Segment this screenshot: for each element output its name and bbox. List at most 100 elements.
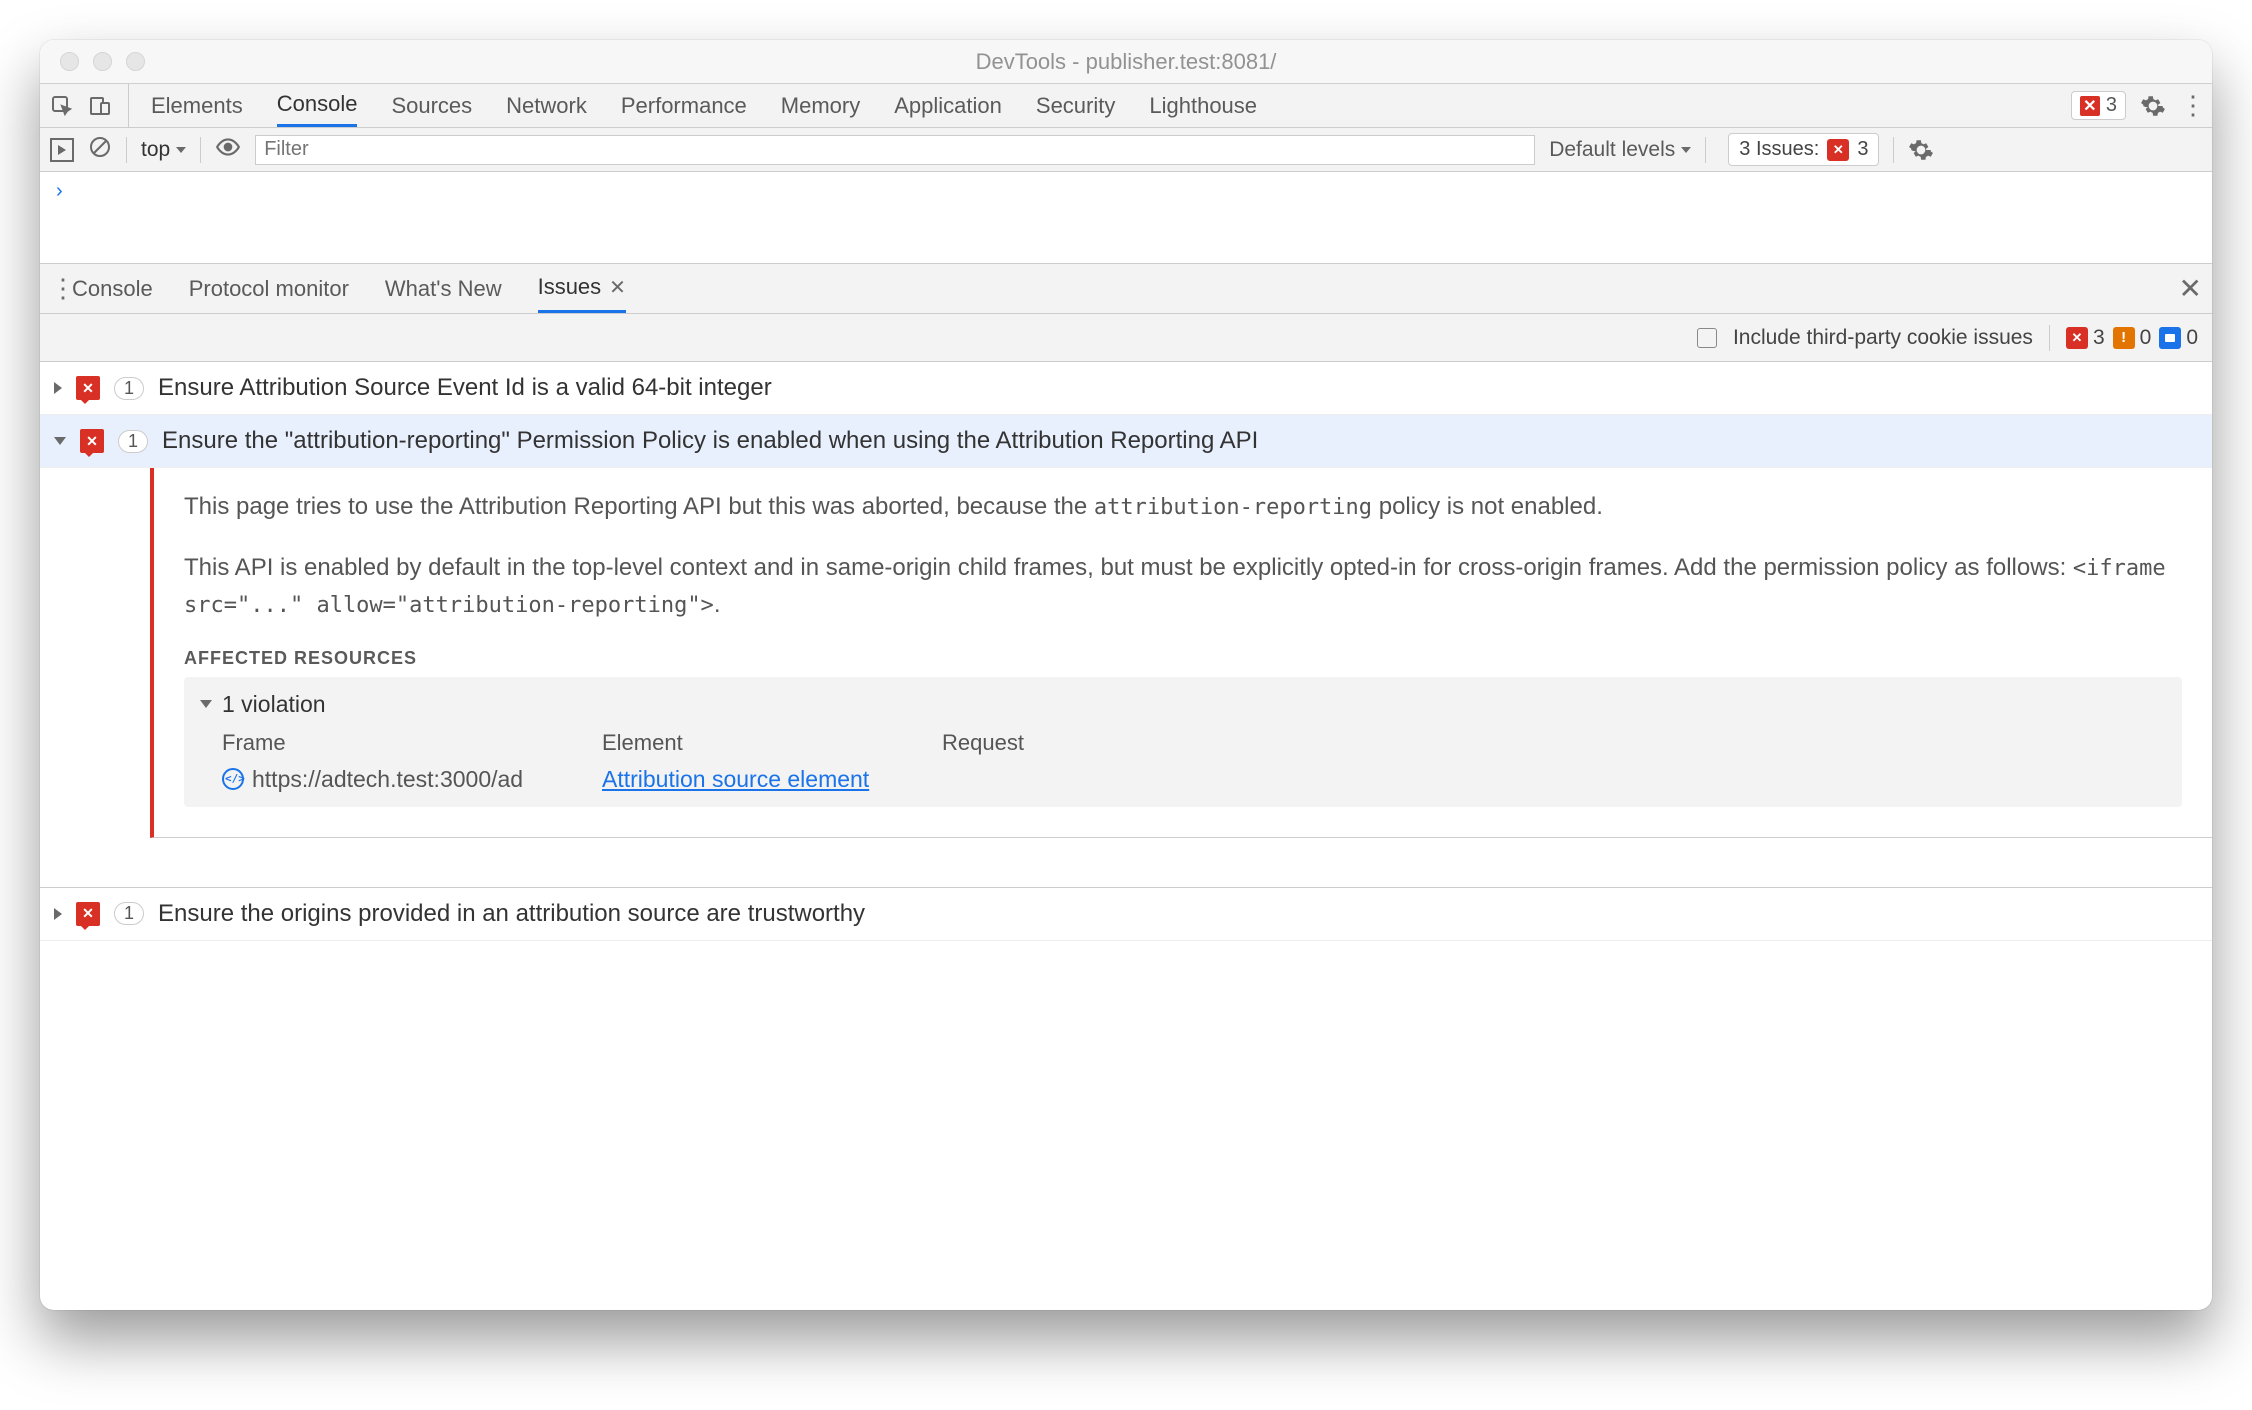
stat-red-count: 3 (2093, 326, 2105, 350)
inspect-tools (50, 84, 129, 127)
close-drawer-icon[interactable]: ✕ (2179, 272, 2202, 305)
violation-count-label: 1 violation (222, 691, 326, 718)
issue-desc-1-p1: This page tries to use the Attribution R… (184, 488, 2182, 525)
divider (1705, 137, 1706, 163)
drawer-tabs-list: Console Protocol monitor What's New Issu… (72, 264, 626, 313)
divider (200, 137, 201, 163)
frame-cell[interactable]: https://adtech.test:3000/ad (222, 766, 602, 793)
tab-memory[interactable]: Memory (781, 84, 860, 127)
tab-security[interactable]: Security (1036, 84, 1115, 127)
issue-error-icon (76, 902, 100, 926)
issue-content-1: This page tries to use the Attribution R… (150, 468, 2212, 838)
issue-error-icon (80, 429, 104, 453)
tab-network[interactable]: Network (506, 84, 587, 127)
drawer-more-icon[interactable]: ⋮ (50, 283, 72, 293)
stat-info[interactable]: 0 (2159, 326, 2198, 350)
drawer-tab-issues[interactable]: Issues ✕ (538, 264, 626, 313)
tab-performance[interactable]: Performance (621, 84, 747, 127)
drawer-tab-bar: ⋮ Console Protocol monitor What's New Is… (40, 264, 2212, 314)
stat-yellow-count: 0 (2140, 326, 2152, 350)
affected-resources-label: AFFECTED RESOURCES (184, 648, 2182, 669)
filter-input[interactable] (255, 135, 1535, 165)
issue-stats: 3 0 0 (2066, 326, 2198, 350)
gap-row (40, 838, 2212, 888)
error-badge-icon: ✕ (2080, 96, 2100, 116)
context-selector[interactable]: top (141, 138, 186, 162)
drawer-tab-issues-label: Issues (538, 274, 602, 300)
tab-console[interactable]: Console (277, 84, 358, 127)
warning-badge-icon (2113, 327, 2135, 349)
issue-count-badge: 1 (114, 377, 144, 400)
desc-text: policy is not enabled. (1372, 493, 1603, 520)
violation-header[interactable]: 1 violation (200, 691, 2166, 718)
divider (2049, 325, 2050, 351)
element-cell: Attribution source element (602, 766, 942, 793)
main-tabs-list: Elements Console Sources Network Perform… (129, 84, 1257, 127)
chevron-down-icon (1681, 147, 1691, 153)
log-levels-selector[interactable]: Default levels (1549, 138, 1691, 162)
expand-arrow-icon[interactable] (54, 382, 62, 394)
live-expression-icon[interactable] (215, 134, 241, 165)
desc-text: . (714, 591, 721, 618)
error-badge-icon (1827, 139, 1849, 161)
issue-error-icon (76, 376, 100, 400)
violation-box: 1 violation Frame Element Request https:… (184, 677, 2182, 807)
inspect-element-icon[interactable] (50, 94, 74, 118)
element-link[interactable]: Attribution source element (602, 766, 869, 792)
desc-text: This page tries to use the Attribution R… (184, 493, 1094, 520)
error-count: 3 (2106, 94, 2117, 117)
violation-row: https://adtech.test:3000/ad Attribution … (222, 766, 2166, 793)
drawer-tab-protocol-monitor[interactable]: Protocol monitor (189, 264, 349, 313)
stat-blue-count: 0 (2186, 326, 2198, 350)
main-tab-bar: Elements Console Sources Network Perform… (40, 84, 2212, 128)
levels-label: Default levels (1549, 138, 1675, 162)
col-frame: Frame (222, 730, 602, 756)
tab-sources[interactable]: Sources (391, 84, 472, 127)
issues-count: 3 (1857, 138, 1868, 161)
info-badge-icon (2159, 327, 2181, 349)
issue-title: Ensure the "attribution-reporting" Permi… (162, 427, 1258, 455)
issue-count-badge: 1 (118, 430, 148, 453)
clear-console-icon[interactable] (88, 135, 112, 164)
expand-arrow-icon[interactable] (54, 437, 66, 445)
violation-table: Frame Element Request https://adtech.tes… (200, 730, 2166, 793)
issue-row-1[interactable]: 1 Ensure the "attribution-reporting" Per… (40, 415, 2212, 468)
error-counter[interactable]: ✕ 3 (2071, 91, 2126, 120)
col-request: Request (942, 730, 2166, 756)
console-settings-icon[interactable] (1908, 137, 1934, 163)
issue-title: Ensure Attribution Source Event Id is a … (158, 374, 772, 402)
desc-text: This API is enabled by default in the to… (184, 554, 2073, 581)
issues-counter[interactable]: 3 Issues: 3 (1728, 133, 1879, 166)
tab-elements[interactable]: Elements (151, 84, 243, 127)
expand-arrow-icon[interactable] (200, 700, 212, 708)
divider (126, 137, 127, 163)
chevron-down-icon (176, 147, 186, 153)
devtools-window: DevTools - publisher.test:8081/ Elements… (40, 40, 2212, 1310)
close-tab-icon[interactable]: ✕ (609, 275, 626, 300)
tab-lighthouse[interactable]: Lighthouse (1149, 84, 1257, 127)
issue-count-badge: 1 (114, 902, 144, 925)
drawer-tab-whats-new[interactable]: What's New (385, 264, 502, 313)
stat-warnings[interactable]: 0 (2113, 326, 2152, 350)
issues-sub-toolbar: Include third-party cookie issues 3 0 0 (40, 314, 2212, 362)
desc-code: attribution-reporting (1094, 495, 1372, 520)
error-badge-icon (2066, 327, 2088, 349)
console-prompt: › (56, 180, 63, 202)
play-icon[interactable] (50, 138, 74, 162)
console-toolbar: top Default levels 3 Issues: 3 (40, 128, 2212, 172)
expand-arrow-icon[interactable] (54, 908, 62, 920)
stat-errors[interactable]: 3 (2066, 326, 2105, 350)
device-toolbar-icon[interactable] (88, 94, 112, 118)
more-options-icon[interactable]: ⋮ (2180, 100, 2202, 110)
settings-icon[interactable] (2140, 93, 2166, 119)
main-tab-right-tools: ✕ 3 ⋮ (2071, 91, 2202, 120)
third-party-checkbox[interactable] (1697, 328, 1717, 348)
context-label: top (141, 138, 170, 162)
issue-row-2[interactable]: 1 Ensure the origins provided in an attr… (40, 888, 2212, 941)
tab-application[interactable]: Application (894, 84, 1002, 127)
drawer-tab-console[interactable]: Console (72, 264, 153, 313)
issue-row-0[interactable]: 1 Ensure Attribution Source Event Id is … (40, 362, 2212, 415)
divider (1893, 137, 1894, 163)
console-body[interactable]: › (40, 172, 2212, 264)
title-bar: DevTools - publisher.test:8081/ (40, 40, 2212, 84)
